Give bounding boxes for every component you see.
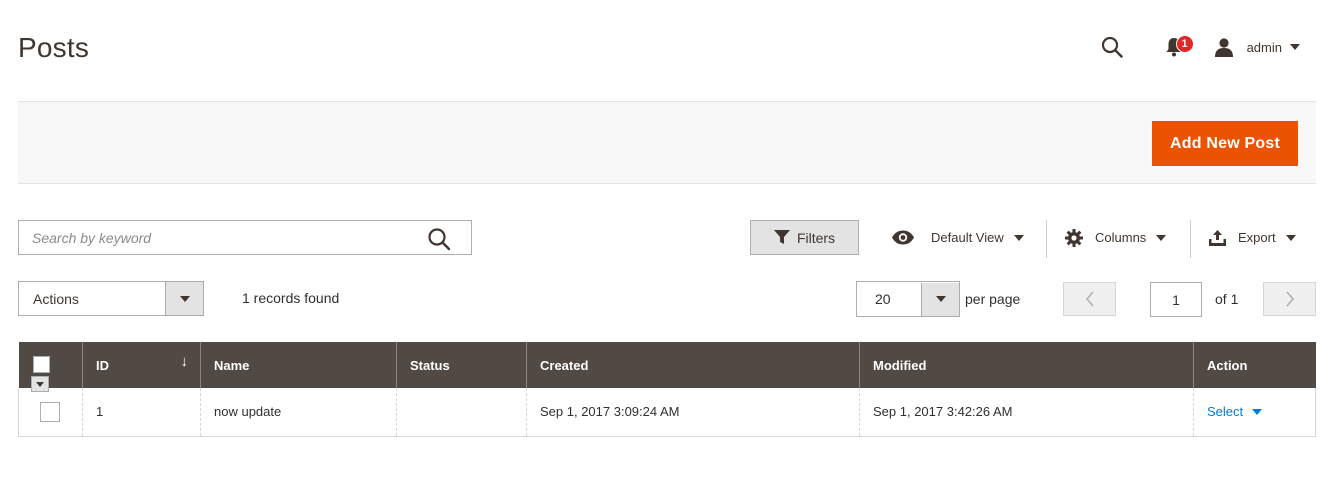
search-icon[interactable]	[427, 227, 451, 251]
per-page-value: 20	[875, 291, 891, 307]
select-arrow	[921, 282, 959, 316]
column-header-label: ID	[96, 357, 109, 373]
column-header-id[interactable]: ID ↓	[82, 342, 201, 388]
keyword-search	[18, 220, 472, 255]
chevron-down-icon	[1252, 408, 1263, 415]
select-arrow	[165, 282, 203, 315]
notifications-button[interactable]: 1	[1159, 30, 1194, 64]
filters-button[interactable]: Filters	[750, 220, 859, 255]
filters-label: Filters	[796, 229, 836, 246]
default-view-label: Default View	[931, 230, 1004, 245]
chevron-left-icon	[1085, 291, 1094, 307]
mass-actions-select[interactable]: Actions	[18, 281, 204, 316]
gear-icon	[1065, 228, 1083, 247]
columns-label: Columns	[1095, 230, 1147, 245]
chevron-down-icon	[1285, 234, 1296, 241]
per-page-select[interactable]: 20	[856, 281, 960, 317]
current-page-input[interactable]	[1150, 282, 1202, 317]
chevron-down-icon	[179, 295, 190, 302]
row-select-cell	[18, 388, 83, 437]
user-icon	[1213, 36, 1235, 58]
toolbar-divider	[1190, 220, 1191, 258]
export-label: Export	[1238, 230, 1276, 245]
export-dropdown[interactable]: Export	[1209, 220, 1296, 255]
row-checkbox[interactable]	[40, 401, 60, 422]
eye-icon	[892, 230, 914, 245]
records-found: 1 records found	[242, 290, 340, 306]
column-header-action: Action	[1193, 342, 1316, 388]
chevron-down-icon	[1013, 234, 1024, 241]
notifications-badge: 1	[1175, 35, 1194, 53]
column-header-created[interactable]: Created	[526, 342, 860, 388]
chevron-down-icon	[1290, 44, 1300, 50]
chevron-down-icon	[1156, 234, 1167, 241]
filter-icon	[773, 230, 790, 244]
user-menu[interactable]: admin	[1213, 36, 1300, 58]
page-actions-bar: Add New Post	[18, 101, 1316, 184]
mass-select-header	[18, 342, 83, 392]
per-page-label: per page	[965, 291, 1021, 307]
user-name: admin	[1246, 39, 1282, 55]
posts-grid: ID ↓ Name Status Created Modified Action…	[18, 342, 1316, 437]
table-row: 1 now update Sep 1, 2017 3:09:24 AM Sep …	[18, 388, 1316, 437]
grid-header-row: ID ↓ Name Status Created Modified Action	[18, 342, 1316, 392]
mass-actions-label: Actions	[33, 290, 79, 307]
column-header-modified[interactable]: Modified	[859, 342, 1194, 388]
column-header-name[interactable]: Name	[200, 342, 397, 388]
search-input[interactable]	[19, 221, 419, 254]
cell-created: Sep 1, 2017 3:09:24 AM	[526, 388, 860, 437]
column-header-status[interactable]: Status	[396, 342, 527, 388]
row-action-select[interactable]: Select	[1207, 404, 1263, 420]
cell-modified: Sep 1, 2017 3:42:26 AM	[859, 388, 1194, 437]
toolbar-divider	[1046, 220, 1047, 258]
previous-page-button[interactable]	[1063, 282, 1116, 316]
columns-dropdown[interactable]: Columns	[1065, 220, 1167, 255]
default-view-dropdown[interactable]: Default View	[891, 220, 1024, 255]
mass-select-dropdown[interactable]	[30, 376, 49, 392]
page-title: Posts	[18, 32, 90, 63]
add-new-post-button[interactable]: Add New Post	[1152, 121, 1298, 166]
header-actions: 1 admin	[1097, 30, 1300, 64]
cell-status	[396, 388, 527, 437]
chevron-down-icon	[35, 381, 44, 387]
export-icon	[1209, 229, 1226, 246]
cell-id: 1	[82, 388, 201, 437]
header-search-button[interactable]	[1097, 30, 1127, 64]
total-pages: of 1	[1215, 291, 1239, 307]
cell-action: Select	[1193, 388, 1316, 437]
chevron-down-icon	[935, 296, 946, 302]
search-icon	[1101, 36, 1123, 58]
cell-name: now update	[200, 388, 397, 437]
sort-arrow-icon: ↓	[180, 353, 189, 370]
next-page-button[interactable]	[1263, 282, 1316, 316]
chevron-right-icon	[1285, 291, 1294, 307]
row-action-label: Select	[1207, 404, 1244, 420]
select-all-checkbox[interactable]	[32, 356, 50, 373]
